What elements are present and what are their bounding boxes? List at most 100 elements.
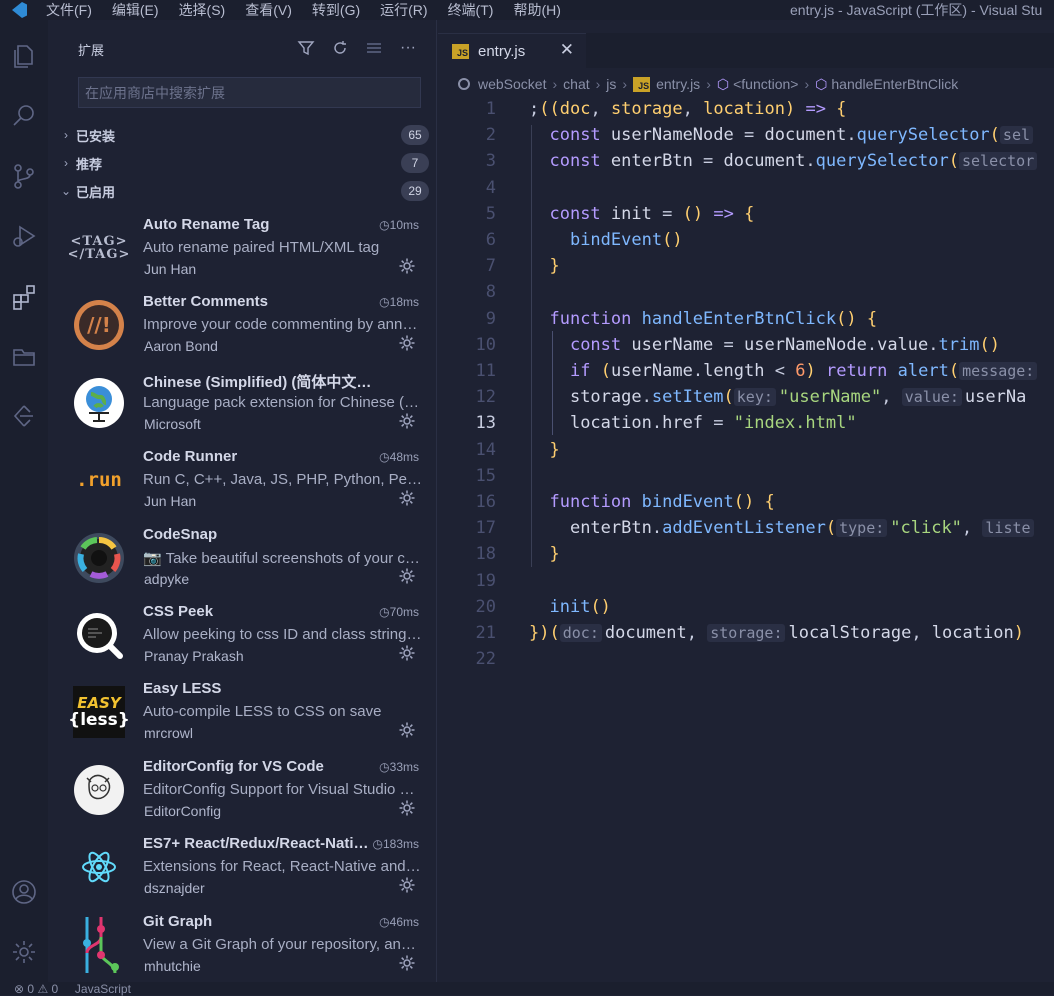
extension-item[interactable]: ES7+ React/Redux/React-Native snippets◷1… [48, 829, 436, 906]
code-line[interactable]: 11 if (userName.length < 6) return alert… [438, 361, 1054, 387]
code-line[interactable]: 22 [438, 649, 1054, 675]
code-line[interactable]: 7 } [438, 256, 1054, 282]
breadcrumb-item[interactable]: js [606, 76, 616, 92]
extension-item[interactable]: //! Better Comments ◷18ms Improve your code… [48, 287, 436, 364]
warning-count[interactable]: 0 [52, 982, 59, 996]
section-installed[interactable]: › 已安装 65 [56, 122, 429, 148]
code-line[interactable]: 9 function handleEnterBtnClick() { [438, 309, 1054, 335]
react-atom-icon [72, 840, 126, 894]
code-line[interactable]: 19 [438, 571, 1054, 597]
activity-bar [0, 20, 48, 982]
extension-description: Auto rename paired HTML/XML tag [143, 239, 380, 256]
activation-time-value: 46ms [389, 914, 419, 929]
code-line[interactable]: 12 storage.setItem(key: "userName", value… [438, 387, 1054, 413]
extension-item[interactable]: Chinese (Simplified) (简体中文) Language Pac… [48, 365, 436, 442]
code-line[interactable]: 14 } [438, 440, 1054, 466]
manage-gear-icon[interactable] [398, 644, 418, 664]
code-text: ;((doc, storage, location) => { [529, 99, 847, 119]
git-graph-icon [72, 916, 126, 973]
code-line[interactable]: 1 ;((doc, storage, location) => { [438, 99, 1054, 125]
refresh-icon[interactable] [330, 38, 350, 58]
menu-file[interactable]: 文件(F) [36, 0, 102, 20]
manage-gear-icon[interactable] [398, 257, 418, 277]
extensions-icon[interactable] [0, 272, 48, 320]
manage-gear-icon[interactable] [398, 489, 418, 509]
manage-gear-icon[interactable] [398, 721, 418, 741]
menu-selection[interactable]: 选择(S) [169, 0, 236, 20]
remote-icon[interactable] [0, 392, 48, 440]
breadcrumb-item[interactable]: handleEnterBtnClick [831, 76, 958, 92]
clear-icon[interactable] [364, 38, 384, 58]
manage-gear-icon[interactable] [398, 567, 418, 587]
search-icon[interactable] [0, 92, 48, 140]
close-icon[interactable]: ✕ [560, 40, 574, 60]
code-line[interactable]: 21})(doc: document, storage: localStorage,… [438, 623, 1054, 649]
menu-help[interactable]: 帮助(H) [503, 0, 570, 20]
folder-icon[interactable] [0, 332, 48, 380]
settings-gear-icon[interactable] [0, 928, 48, 976]
source-control-icon[interactable] [0, 152, 48, 200]
manage-gear-icon[interactable] [398, 876, 418, 896]
language-mode[interactable]: JavaScript [75, 982, 131, 996]
code-line[interactable]: 3 const enterBtn = document.querySelecto… [438, 151, 1054, 177]
manage-gear-icon[interactable] [398, 412, 418, 432]
code-line[interactable]: 5 const init = () => { [438, 204, 1054, 230]
section-enabled[interactable]: ⌄ 已启用 29 [56, 178, 429, 204]
code-line[interactable]: 15 [438, 466, 1054, 492]
clock-icon: ◷ [379, 914, 390, 929]
manage-gear-icon[interactable] [398, 334, 418, 354]
account-icon[interactable] [0, 868, 48, 916]
code-line[interactable]: 20 init() [438, 597, 1054, 623]
menu-terminal[interactable]: 终端(T) [438, 0, 504, 20]
line-number: 8 [485, 282, 496, 303]
cube-icon: ⬡ [716, 75, 730, 92]
line-number: 18 [475, 544, 496, 565]
error-count[interactable]: 0 [27, 982, 34, 996]
globe-icon [72, 376, 126, 430]
code-line[interactable]: 10 const userName = userNameNode.value.t… [438, 335, 1054, 361]
tab-entry-js[interactable]: JS entry.js ✕ [438, 33, 586, 68]
magnifier-icon [72, 608, 126, 662]
manage-gear-icon[interactable] [398, 799, 418, 819]
code-line[interactable]: 2 const userNameNode = document.querySel… [438, 125, 1054, 151]
activation-time-value: 18ms [389, 295, 419, 310]
extension-name: Auto Rename Tag [143, 216, 270, 233]
code-line[interactable]: 6 bindEvent() [438, 230, 1054, 256]
breadcrumb-item[interactable]: entry.js [656, 76, 700, 92]
extension-item[interactable]: Git Graph ◷46ms View a Git Graph of your r… [48, 907, 436, 982]
menu-run[interactable]: 运行(R) [370, 0, 437, 20]
title-bar: 文件(F) 编辑(E) 选择(S) 查看(V) 转到(G) 运行(R) 终端(T… [0, 0, 1054, 20]
extension-item[interactable]: CSS Peek ◷70ms Allow peeking to css ID and… [48, 597, 436, 674]
explorer-icon[interactable] [0, 32, 48, 80]
code-line[interactable]: 13 location.href = "index.html" [438, 413, 1054, 439]
filter-icon[interactable] [296, 38, 316, 58]
breadcrumb-item[interactable]: webSocket [478, 76, 546, 92]
svg-text://!: //! [87, 313, 111, 337]
section-recommended[interactable]: › 推荐 7 [56, 150, 429, 176]
extension-item[interactable]: <TAG> </TAG> Auto Rename Tag ◷10ms Auto rena… [48, 210, 436, 287]
code-line[interactable]: 18 } [438, 544, 1054, 570]
chevron-right-icon: › [64, 156, 68, 170]
code-line[interactable]: 8 [438, 282, 1054, 308]
manage-gear-icon[interactable] [398, 954, 418, 974]
breadcrumb-item[interactable]: <function> [733, 76, 798, 92]
breadcrumb-item[interactable]: chat [563, 76, 589, 92]
menu-edit[interactable]: 编辑(E) [102, 0, 169, 20]
extension-item[interactable]: .run Code Runner ◷48ms Run C, C++, Java, JS… [48, 442, 436, 519]
extension-item[interactable]: EditorConfig for VS Code ◷33ms EditorConfi… [48, 752, 436, 829]
extensions-search-input[interactable] [78, 77, 421, 108]
vscode-logo-icon [0, 0, 36, 20]
activation-time: ◷70ms [379, 605, 419, 619]
extension-item[interactable]: CodeSnap 📷 Take beautiful screenshots of … [48, 520, 436, 597]
menu-go[interactable]: 转到(G) [302, 0, 370, 20]
error-icon[interactable]: ⊗ [14, 982, 24, 996]
warning-icon[interactable]: ⚠ [37, 982, 48, 996]
more-actions-icon[interactable]: ··· [398, 38, 418, 58]
code-line[interactable]: 16 function bindEvent() { [438, 492, 1054, 518]
menu-view[interactable]: 查看(V) [235, 0, 302, 20]
code-line[interactable]: 17 enterBtn.addEventListener(type: "click… [438, 518, 1054, 544]
line-number: 7 [485, 256, 496, 277]
code-line[interactable]: 4 [438, 178, 1054, 204]
run-debug-icon[interactable] [0, 212, 48, 260]
extension-item[interactable]: EASY {less} Easy LESS Auto-compile LESS to … [48, 674, 436, 751]
